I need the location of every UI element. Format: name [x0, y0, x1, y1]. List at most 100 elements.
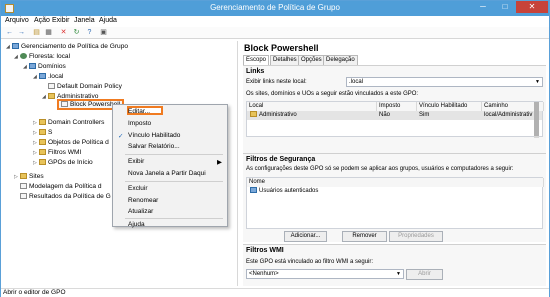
ou-folder-icon	[250, 111, 257, 117]
details-pane: Block Powershell Escopo Detalhes Opções …	[241, 41, 546, 286]
title-bar: Gerenciamento de Política de Grupo ─ □ ✕	[1, 1, 549, 16]
back-icon[interactable]: ←	[5, 29, 14, 37]
submenu-arrow-icon: ▶	[217, 159, 222, 166]
folder-icon	[39, 129, 46, 135]
tree-root[interactable]: ◢ Gerenciamento de Política de Grupo	[6, 42, 128, 51]
gpm-icon	[12, 43, 19, 49]
refresh-icon[interactable]: ↻	[72, 29, 81, 37]
header-imposto[interactable]: Imposto	[377, 102, 417, 111]
show-links-label: Exibir links neste local:	[246, 79, 307, 85]
folder-icon	[39, 159, 46, 165]
main-window: Gerenciamento de Política de Grupo ─ □ ✕…	[0, 0, 550, 297]
tab-detalhes[interactable]: Detalhes	[270, 55, 300, 65]
header-vinculo[interactable]: Vínculo Habilitado	[417, 102, 482, 111]
open-button[interactable]: Abrir	[406, 269, 443, 280]
folder-icon	[39, 149, 46, 155]
wmi-section: Filtros WMI Este GPO está vinculado ao f…	[243, 244, 546, 286]
cell-vinculo: Sim	[419, 112, 430, 118]
gpo-link-icon	[48, 83, 55, 89]
security-description: As configurações deste GPO só se podem s…	[246, 166, 514, 172]
context-menu: Editar... Imposto Vínculo Habilitado ✓ S…	[112, 104, 228, 228]
status-bar: Abrir o editor de GPO	[1, 288, 549, 297]
forward-icon[interactable]: →	[17, 29, 26, 37]
ou-folder-icon	[48, 93, 55, 99]
menu-item-exibir[interactable]: Exibir	[128, 158, 144, 165]
tree-domain-controllers[interactable]: ▷ Domain Controllers	[33, 118, 104, 127]
menu-janela[interactable]: Janela	[74, 17, 95, 24]
cell-imposto: Não	[379, 112, 391, 118]
maximize-button[interactable]: □	[494, 1, 516, 13]
header-local[interactable]: Local	[247, 102, 377, 111]
tab-delegacao[interactable]: Delegação	[323, 55, 358, 65]
wmi-filter-select[interactable]: <Nenhum> ▼	[246, 269, 404, 279]
menu-arquivo[interactable]: Arquivo	[5, 17, 29, 24]
wmi-description: Este GPO está vinculado ao filtro WMI a …	[246, 259, 374, 265]
tree-objetos[interactable]: ▷ Objetos de Política d	[33, 138, 109, 147]
folder-icon	[39, 119, 46, 125]
modeling-icon	[20, 183, 27, 189]
folder-icon[interactable]: ▤	[32, 29, 41, 37]
security-table: Nome Usuários autenticados	[246, 177, 544, 229]
menu-separator	[125, 218, 223, 219]
properties-icon[interactable]: ▣	[99, 29, 108, 37]
tree-domain[interactable]: ◢ .local	[33, 72, 63, 81]
menu-item-atualizar[interactable]: Atualizar	[128, 208, 153, 215]
menu-separator	[125, 154, 223, 155]
security-user[interactable]: Usuários autenticados	[248, 187, 318, 196]
folder-icon	[39, 139, 46, 145]
toolbar: ← → ▤ ▦ ✕ ↻ ? ▣	[1, 27, 549, 39]
security-section: Filtros de Segurança As configurações de…	[243, 153, 546, 242]
cell-local: Administrativo	[248, 111, 377, 120]
security-heading: Filtros de Segurança	[246, 156, 316, 163]
menu-item-salvar[interactable]: Salvar Relatório...	[128, 143, 180, 150]
links-table: Local Imposto Vínculo Habilitado Caminho…	[246, 101, 544, 138]
menu-bar: Arquivo Ação Exibir Janela Ajuda	[1, 16, 549, 27]
menu-item-ajuda[interactable]: Ajuda	[128, 221, 145, 228]
menu-acao[interactable]: Ação	[34, 17, 50, 24]
users-icon	[250, 187, 257, 193]
links-description: Os sites, domínios e UOs a seguir estão …	[246, 91, 419, 97]
location-select[interactable]: .local ▼	[346, 77, 543, 87]
gpo-title: Block Powershell	[244, 43, 319, 53]
check-icon: ✓	[118, 133, 124, 140]
menu-exibir[interactable]: Exibir	[52, 17, 70, 24]
tab-opcoes[interactable]: Opções	[298, 55, 325, 65]
window-title: Gerenciamento de Política de Grupo	[210, 3, 340, 12]
menu-item-editar[interactable]: Editar...	[128, 108, 150, 115]
sites-icon	[20, 173, 27, 179]
domains-icon	[29, 63, 36, 69]
results-icon	[20, 193, 27, 199]
links-heading: Links	[246, 68, 265, 75]
forest-icon	[20, 53, 27, 59]
scroll-thumb[interactable]	[534, 102, 539, 136]
tree-domains[interactable]: ◢ Domínios	[23, 62, 66, 71]
header-nome[interactable]: Nome	[247, 178, 544, 187]
menu-ajuda[interactable]: Ajuda	[99, 17, 117, 24]
delete-icon[interactable]: ✕	[59, 29, 68, 37]
close-button[interactable]: ✕	[516, 1, 548, 13]
menu-item-excluir[interactable]: Excluir	[128, 185, 148, 192]
menu-item-renomear[interactable]: Renomear	[128, 197, 158, 204]
help-icon[interactable]: ?	[85, 29, 94, 37]
add-button[interactable]: Adicionar...	[284, 231, 327, 242]
tree-forest[interactable]: ◢ Floresta: local	[14, 52, 70, 61]
remove-button[interactable]: Remover	[342, 231, 387, 242]
domain-icon	[39, 73, 46, 79]
tree-s-partial[interactable]: ▷ S	[33, 128, 52, 137]
tree-sites[interactable]: ▷ Sites	[14, 172, 44, 181]
menu-separator	[125, 181, 223, 182]
menu-item-imposto[interactable]: Imposto	[128, 120, 151, 127]
links-scrollbar[interactable]	[534, 102, 539, 138]
properties-button[interactable]: Propriedades	[389, 231, 443, 242]
menu-item-nova-janela[interactable]: Nova Janela a Partir Daqui	[128, 170, 206, 177]
minimize-button[interactable]: ─	[472, 1, 494, 13]
gpo-link-icon	[61, 101, 68, 107]
tree-default-policy[interactable]: Default Domain Policy	[42, 82, 122, 91]
tree-gpos-inicio[interactable]: ▷ GPOs de Início	[33, 158, 93, 167]
tree-modelagem[interactable]: Modelagem da Política d	[14, 182, 102, 191]
grid-icon[interactable]: ▦	[44, 29, 53, 37]
tree-resultados[interactable]: Resultados da Política de G	[14, 192, 111, 201]
wmi-heading: Filtros WMI	[246, 247, 284, 254]
tree-filtros[interactable]: ▷ Filtros WMI	[33, 148, 81, 157]
menu-item-vinculo[interactable]: Vínculo Habilitado	[128, 132, 180, 139]
